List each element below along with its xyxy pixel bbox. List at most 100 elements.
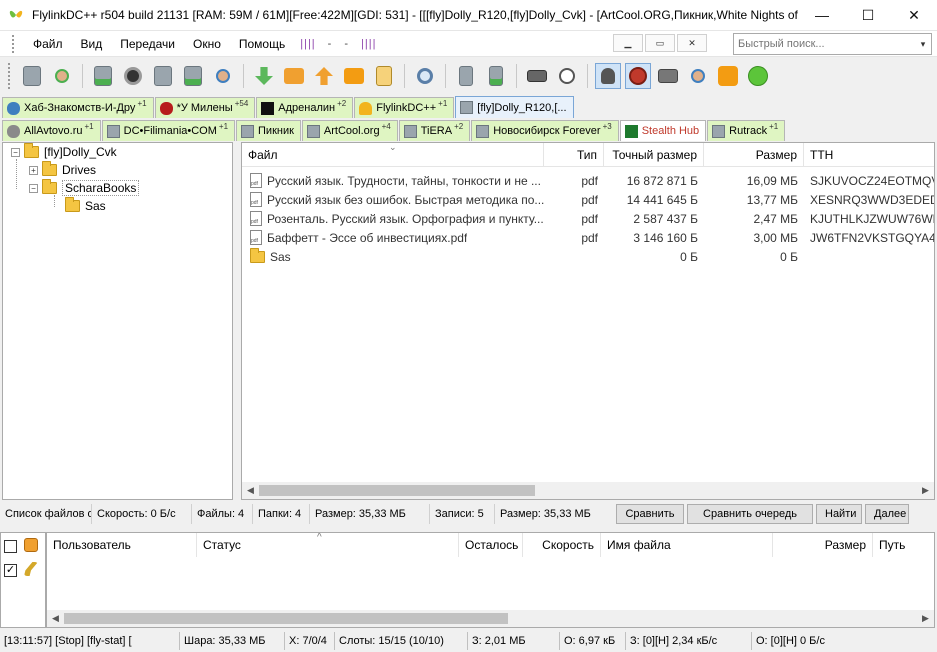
tab-allavtovo[interactable]: AllAvtovo.ru +1 [2,120,101,141]
tree-node-sas[interactable]: Sas [65,197,106,215]
scroll-thumb[interactable] [259,485,535,496]
settings-icon[interactable] [685,63,711,89]
favorite-users-icon[interactable] [49,63,75,89]
tree-node-root[interactable]: − [fly]Dolly_Cvk [11,143,117,161]
upload-queue-icon[interactable] [341,63,367,89]
file-row[interactable]: Русский язык. Трудности, тайны, тонкости… [242,171,934,190]
network-icon[interactable] [120,63,146,89]
menu-grip[interactable] [12,34,16,53]
menu-view[interactable]: Вид [72,31,112,57]
file-row[interactable]: Русский язык без ошибок. Быстрая методик… [242,190,934,209]
menu-extra-dash[interactable]: - [322,38,339,50]
toolbar-grip[interactable] [8,63,12,89]
menu-extra-bars[interactable]: |||| [355,38,382,50]
tree-node-drives[interactable]: + Drives [29,161,96,179]
adl-search-icon[interactable] [453,63,479,89]
column-filename[interactable]: Имя файла [601,533,773,557]
column-path[interactable]: Путь [873,533,934,557]
transfers-scrollbar[interactable]: ◀ ▶ [47,610,934,627]
network-stats-icon[interactable] [655,63,681,89]
compare-button[interactable]: Сравнить [616,504,684,524]
search-icon[interactable] [412,63,438,89]
column-size[interactable]: Размер [704,143,804,167]
column-speed[interactable]: Скорость [523,533,601,557]
reconnect-icon[interactable] [90,63,116,89]
collapse-icon[interactable]: − [29,183,38,193]
mdi-restore-button[interactable]: ▭ [645,34,675,52]
minimize-button[interactable]: — [799,0,845,31]
connect-icon[interactable] [19,63,45,89]
tab-novosibirsk[interactable]: Новосибирск Forever +3 [471,120,619,141]
tab-filimania[interactable]: DC•Filimania•COM +1 [101,120,236,141]
green-orb-icon[interactable] [745,63,771,89]
finished-icon[interactable] [371,63,397,89]
tab-hub-znakomstv[interactable]: Хаб-Знакомств-И-Дру +1 [2,97,154,118]
public-hubs-icon[interactable] [150,63,176,89]
tab-flylinkdc[interactable]: FlylinkDC++ +1 [354,97,455,118]
menu-extra-dash[interactable]: - [338,38,355,50]
user-icon[interactable] [210,63,236,89]
maximize-button[interactable]: ☐ [845,0,891,31]
expand-icon[interactable]: + [29,165,38,175]
chevron-down-icon[interactable]: ▾ [915,39,931,50]
scroll-thumb[interactable] [64,613,508,624]
menu-window[interactable]: Окно [184,31,230,57]
stop-icon[interactable] [625,63,651,89]
file-row[interactable]: Sas 0 Б 0 Б [242,247,934,266]
column-type[interactable]: Тип [544,143,604,167]
favorite-hubs-icon[interactable] [180,63,206,89]
tab-piknik[interactable]: Пикник [236,120,301,141]
close-button[interactable]: ✕ [891,0,937,31]
upload-icon[interactable] [311,63,337,89]
column-status[interactable]: Статус ^ [197,533,459,557]
tab-tiera[interactable]: TiERA +2 [398,120,471,141]
pause-checkbox[interactable] [4,540,17,553]
menu-transfers[interactable]: Передачи [111,31,184,57]
collapse-icon[interactable]: − [11,147,20,157]
notepad-icon[interactable] [524,63,550,89]
broom-icon[interactable] [24,562,38,576]
column-user[interactable]: Пользователь [47,533,197,557]
menu-file[interactable]: Файл [24,31,72,57]
scroll-left-icon[interactable]: ◀ [47,613,64,624]
tab-u-mileny[interactable]: *У Милены +54 [154,97,256,118]
tab-filelist-dolly[interactable]: [fly]Dolly_R120,[... [455,96,574,118]
tab-stealth-hub[interactable]: Stealth Hub [619,120,707,141]
download-queue-icon[interactable] [281,63,307,89]
column-tth[interactable]: TTH [804,143,934,167]
avatar-icon[interactable] [595,63,621,89]
column-file[interactable]: Файл ⌄ [242,143,544,167]
column-size[interactable]: Размер [773,533,873,557]
download-icon[interactable] [251,63,277,89]
rss-icon[interactable] [715,63,741,89]
scroll-track[interactable] [259,482,917,499]
mdi-close-button[interactable]: ✕ [677,34,707,52]
tree-node-scharabooks[interactable]: − ScharaBooks [29,179,140,197]
scroll-right-icon[interactable]: ▶ [917,485,934,496]
file-row[interactable]: Розенталь. Русский язык. Орфография и пу… [242,209,934,228]
timer-icon[interactable] [554,63,580,89]
file-list-scrollbar[interactable]: ◀ ▶ [242,482,934,499]
mdi-minimize-button[interactable]: ▁ [613,34,643,52]
scroll-right-icon[interactable]: ▶ [917,613,934,624]
column-remaining[interactable]: Осталось [459,533,523,557]
tab-artcool[interactable]: ArtCool.org +4 [301,120,398,141]
cleanup-checkbox[interactable]: ✓ [4,564,17,577]
tab-badge: +1 [769,121,779,131]
search-spy-icon[interactable] [483,63,509,89]
tab-rutrack[interactable]: Rutrack +1 [707,120,786,141]
menu-extra-bars[interactable]: |||| [294,38,321,50]
quick-search-input[interactable] [734,38,915,50]
scroll-track[interactable] [64,610,917,627]
tab-adrenalin[interactable]: Адреналин +2 [256,97,354,118]
find-button[interactable]: Найти [816,504,862,524]
file-row[interactable]: Баффетт - Эссе об инвестициях.pdf pdf 3 14… [242,228,934,247]
next-button[interactable]: Далее [865,504,909,524]
transfers-queue-icon[interactable] [24,538,38,552]
quick-search[interactable]: ▾ [733,33,932,55]
file-name: Русский язык. Трудности, тайны, тонкости… [267,173,541,188]
compare-queue-button[interactable]: Сравнить очередь [687,504,813,524]
column-exact-size[interactable]: Точный размер [604,143,704,167]
scroll-left-icon[interactable]: ◀ [242,485,259,496]
menu-help[interactable]: Помощь [230,31,294,57]
